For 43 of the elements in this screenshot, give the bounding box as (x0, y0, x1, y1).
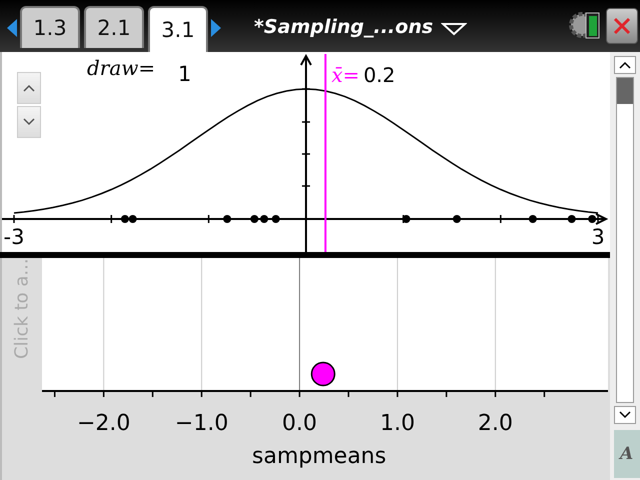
scroll-down-button[interactable] (614, 406, 636, 424)
data-point (250, 215, 258, 223)
side-panel-label: A (614, 430, 640, 478)
slider-down-button[interactable] (17, 106, 41, 138)
slider-variable: draw= (87, 56, 156, 80)
data-point (223, 215, 232, 223)
data-point (272, 215, 280, 223)
slider-up-button[interactable] (17, 72, 41, 104)
up-chevron-icon (22, 83, 36, 93)
tick-label: −1.0 (174, 411, 228, 436)
data-point (310, 362, 336, 386)
document-title[interactable]: *Sampling_...ons (254, 16, 434, 38)
mean-label: x̄= (331, 63, 360, 87)
tick-label: −2.0 (76, 411, 130, 436)
close-button[interactable] (606, 8, 638, 44)
up-chevron-icon (618, 60, 632, 70)
tick-label: 2.0 (478, 411, 513, 436)
mean-value: 0.2 (363, 63, 396, 87)
scrollbar-thumb[interactable] (617, 78, 633, 104)
data-point (402, 215, 410, 223)
dropdown-icon[interactable] (441, 22, 468, 36)
right-arrow-icon[interactable] (210, 18, 222, 38)
axis-title[interactable]: sampmeans (252, 444, 386, 469)
scrollbar-track[interactable] (616, 77, 634, 403)
tick-label: -3 (4, 225, 24, 249)
page-tab[interactable]: 3.1 (148, 6, 208, 52)
scroll-up-button[interactable] (614, 56, 636, 74)
tick-label: 0.0 (282, 411, 318, 436)
left-arrow-icon[interactable] (6, 18, 18, 38)
tick-label: 1.0 (380, 411, 415, 436)
data-point (260, 215, 268, 223)
data-point (452, 215, 461, 223)
gear-battery-icon[interactable] (568, 10, 602, 40)
data-point (588, 215, 596, 223)
data-point (528, 215, 537, 223)
down-chevron-icon (618, 410, 632, 420)
close-icon (612, 16, 632, 36)
page-tab[interactable]: 2.1 (84, 6, 144, 48)
down-chevron-icon (22, 117, 36, 127)
page-tab[interactable]: 1.3 (20, 6, 80, 48)
data-point (568, 215, 576, 223)
tick-label: 3 (591, 225, 605, 249)
slider-value[interactable]: 1 (178, 62, 192, 86)
